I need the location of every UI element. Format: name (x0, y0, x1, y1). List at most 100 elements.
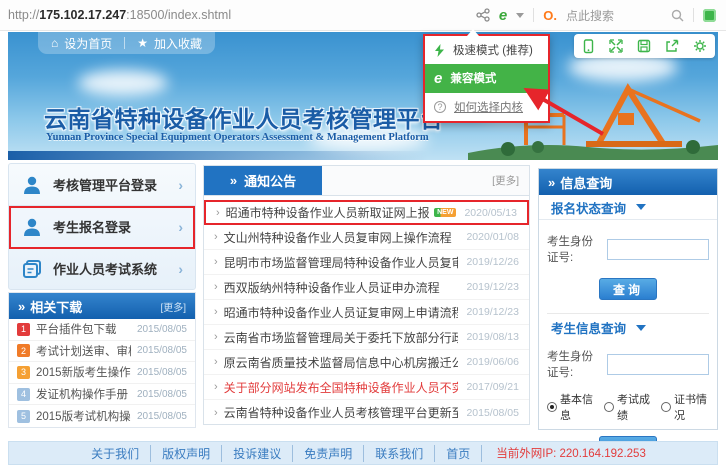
site-title: 云南省特种设备作业人员考核管理平台 (44, 100, 444, 134)
notice-item[interactable]: › 昆明市市场监督管理局特种设备作业人员复审流程... 2019/12/26 (204, 250, 529, 275)
ie-kernel-icon[interactable]: e (499, 8, 507, 23)
notice-item[interactable]: › 昭通市特种设备作业人员证复审网上申请流程及相... 2019/12/23 (204, 300, 529, 325)
cloud-decoration (78, 70, 168, 96)
screen: http://175.102.17.247:18500/index.shtml … (0, 0, 726, 471)
banner-toolbar (574, 34, 715, 58)
rank-badge: 1 (17, 323, 30, 336)
downloads-header: » 相关下载 [更多] (9, 293, 195, 319)
menu-item-kernel-help[interactable]: ? 如何选择内核 (425, 93, 548, 121)
export-icon[interactable] (665, 39, 679, 53)
download-item[interactable]: 1 平台插件包下载 2015/08/05 (9, 319, 195, 341)
footer-link-about[interactable]: 关于我们 (80, 445, 151, 462)
notices-panel: » 通知公告 [更多] › 昭通市特种设备作业人员新取证网上报名流程 NEW 2… (203, 165, 530, 425)
footer-link-contact[interactable]: 联系我们 (364, 445, 435, 462)
header-marker: » (548, 175, 555, 190)
home-icon: ⌂ (51, 36, 58, 50)
footer-link-copyright[interactable]: 版权声明 (151, 445, 222, 462)
query-header: » 信息查询 (539, 169, 717, 195)
add-favorite-link[interactable]: 加入收藏 (154, 35, 202, 52)
chevron-right-icon: › (178, 219, 183, 235)
divider (693, 8, 694, 22)
share-icon[interactable] (476, 8, 490, 22)
notice-item[interactable]: › 昭通市特种设备作业人员新取证网上报名流程 NEW 2020/05/13 (204, 200, 529, 225)
menu-item-admin-login[interactable]: 考核管理平台登录 › (9, 164, 195, 205)
notices-more-link[interactable]: [更多] (492, 173, 529, 188)
chevron-right-icon: › (178, 177, 183, 193)
search-input[interactable]: 点此搜索 (566, 7, 662, 24)
header-marker: » (18, 299, 25, 314)
footer-link-home[interactable]: 首页 (435, 445, 482, 462)
menu-item-exam-system[interactable]: 作业人员考试系统 › (9, 247, 195, 289)
download-item[interactable]: 4 发证机构操作手册 2015/08/05 (9, 384, 195, 406)
question-icon: ? (434, 101, 446, 113)
download-item[interactable]: 2 考试计划送审、审核 ... 2015/08/05 (9, 341, 195, 363)
radio-icon (661, 402, 671, 412)
menu-item-candidate-login[interactable]: 考生报名登录 › (9, 205, 195, 247)
star-icon: ★ (137, 36, 148, 50)
user-icon (21, 216, 43, 238)
downloads-panel: » 相关下载 [更多] 1 平台插件包下载 2015/08/05 2 考试计划送… (8, 292, 196, 428)
browser-address-bar: http://175.102.17.247:18500/index.shtml … (0, 0, 726, 31)
menu-item-speed-mode[interactable]: 极速模式 (推荐) (425, 36, 548, 64)
divider (533, 8, 534, 22)
external-ip-text: 当前外网IP: 220.164.192.253 (496, 445, 646, 461)
mobile-icon[interactable] (582, 39, 595, 54)
chevron-down-icon (636, 204, 646, 210)
dropdown-notch (467, 29, 479, 36)
kernel-chevron-down-icon[interactable] (516, 13, 524, 18)
notice-item[interactable]: › 云南省特种设备作业人员考核管理平台更新至20... 2015/08/05 (204, 400, 529, 425)
id-number-label: 考生身份证号: (547, 348, 604, 380)
query-button[interactable]: 查询 (599, 278, 657, 300)
info-type-radios: 基本信息 考试成绩 证书情况 (547, 391, 709, 423)
fullscreen-icon[interactable] (609, 39, 623, 53)
rank-badge: 4 (17, 388, 30, 401)
chevron-right-icon: › (178, 261, 183, 277)
menu-item-compat-mode[interactable]: e 兼容模式 (425, 64, 548, 92)
extension-icon[interactable] (703, 9, 716, 22)
radio-certificate[interactable]: 证书情况 (661, 391, 709, 423)
id-number-input[interactable] (607, 354, 709, 375)
ie-icon: e (434, 71, 442, 86)
user-icon (21, 174, 43, 196)
query-title: 信息查询 (560, 173, 612, 192)
id-number-label: 考生身份证号: (547, 233, 604, 265)
info-query-panel: » 信息查询 报名状态查询 考生身份证号: 查询 考生信息查询 考生身份证号: (538, 168, 718, 430)
url-text[interactable]: http://175.102.17.247:18500/index.shtml (8, 8, 231, 22)
new-badge: NEW (434, 208, 456, 217)
download-item[interactable]: 5 2015版考试机构操... 2015/08/05 (9, 405, 195, 427)
radio-exam-score[interactable]: 考试成绩 (604, 391, 652, 423)
downloads-more-link[interactable]: [更多] (160, 299, 186, 314)
id-number-input[interactable] (607, 239, 709, 260)
banner-bottom-band (8, 151, 428, 160)
notice-item[interactable]: › 云南省市场监督管理局关于委托下放部分行政许可... 2019/08/13 (204, 325, 529, 350)
tab-notices[interactable]: » 通知公告 (204, 166, 322, 195)
footer-link-disclaimer[interactable]: 免责声明 (293, 445, 364, 462)
download-item[interactable]: 3 2015新版考生操作... 2015/08/05 (9, 362, 195, 384)
notice-item[interactable]: › 原云南省质量技术监督局信息中心机房搬迁公告 2019/06/06 (204, 350, 529, 375)
downloads-title: 相关下载 (30, 297, 82, 316)
site-subtitle: Yunnan Province Special Equipment Operat… (46, 132, 429, 143)
section-candidate-info[interactable]: 考生信息查询 (539, 315, 717, 340)
lightning-icon (434, 44, 445, 57)
header-marker: » (230, 173, 237, 188)
search-icon[interactable] (671, 9, 684, 22)
set-home-link[interactable]: 设为首页 (64, 35, 112, 52)
footer-link-complaint[interactable]: 投诉建议 (222, 445, 293, 462)
site-banner: ⌂ 设为首页 ★ 加入收藏 云南省特种设备作业人员考核管理平台 Yunnan P… (8, 32, 718, 160)
radio-basic-info[interactable]: 基本信息 (547, 391, 595, 423)
rank-badge: 2 (17, 344, 30, 357)
section-enrol-status[interactable]: 报名状态查询 (539, 195, 717, 220)
list-marker: › (216, 207, 220, 219)
notice-item[interactable]: › 西双版纳州特种设备作业人员证申办流程 2019/12/23 (204, 275, 529, 300)
divider (124, 37, 125, 49)
notice-item[interactable]: › 文山州特种设备作业人员复审网上操作流程 2020/01/08 (204, 225, 529, 250)
page-footer: 关于我们 版权声明 投诉建议 免责声明 联系我们 首页 当前外网IP: 220.… (8, 441, 718, 465)
notice-item[interactable]: › 关于部分网站发布全国特种设备作业人员不实信息... 2017/09/21 (204, 375, 529, 400)
gear-icon[interactable] (693, 39, 707, 53)
notices-list: › 昭通市特种设备作业人员新取证网上报名流程 NEW 2020/05/13 › … (204, 196, 529, 425)
login-menu: 考核管理平台登录 › 考生报名登录 › 作业人员考试系统 › (8, 163, 196, 290)
radio-selected-icon (547, 402, 557, 412)
enrol-status-form: 考生身份证号: 查询 (539, 220, 717, 314)
chevron-down-icon (636, 325, 646, 331)
save-icon[interactable] (637, 39, 651, 53)
